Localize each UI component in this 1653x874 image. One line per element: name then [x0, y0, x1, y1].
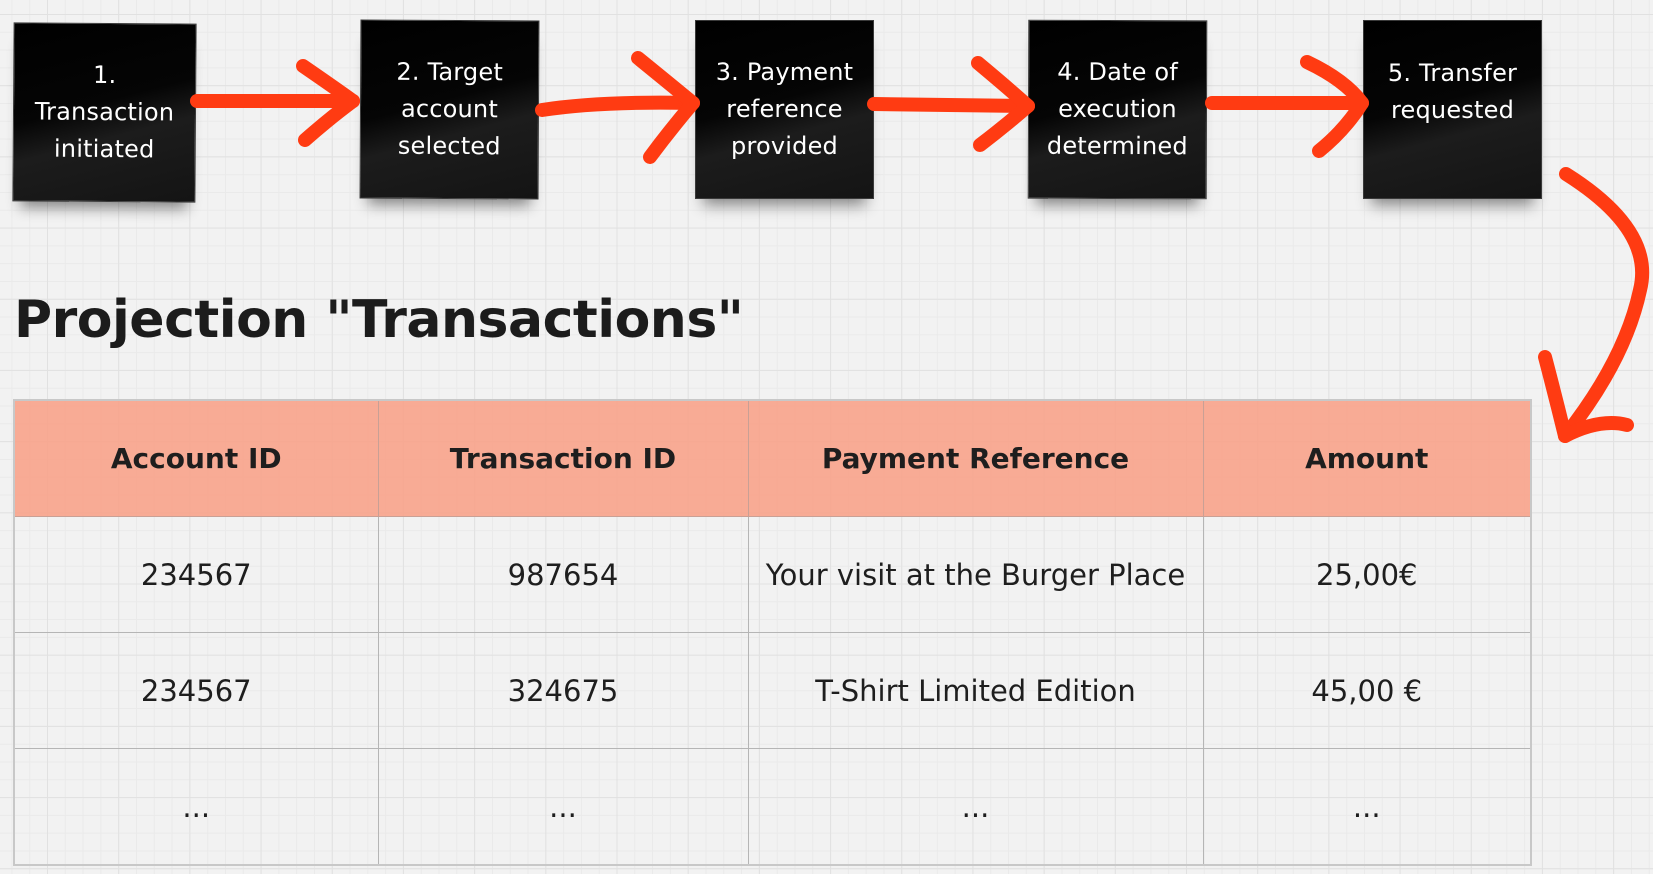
step-note-date-of-execution-determined[interactable]: 4. Date of execution determined	[1027, 19, 1208, 200]
arrow-shaft	[535, 95, 700, 117]
arrow-3-to-4[interactable]	[867, 56, 1035, 152]
table-row-ellipsis: ... ... ... ...	[13, 748, 1532, 866]
cell-payment-reference[interactable]: T-Shirt Limited Edition	[747, 632, 1204, 749]
arrow-head	[1300, 55, 1369, 158]
column-header-account-id[interactable]: Account ID	[13, 399, 379, 517]
cell-account-id[interactable]: ...	[13, 748, 379, 866]
arrow-curve	[1558, 167, 1650, 443]
cell-amount[interactable]: ...	[1202, 748, 1532, 866]
step-note-payment-reference-provided[interactable]: 3. Payment reference provided	[695, 20, 874, 199]
step-note-transfer-requested[interactable]: 5. Transfer requested	[1363, 20, 1542, 199]
cell-transaction-id[interactable]: ...	[377, 748, 749, 866]
cell-transaction-id[interactable]: 987654	[377, 516, 749, 633]
arrow-4-to-5[interactable]	[1205, 55, 1369, 158]
table-row: 234567 987654 Your visit at the Burger P…	[13, 516, 1532, 633]
projection-title: Projection "Transactions"	[14, 290, 744, 350]
arrow-1-to-2[interactable]	[190, 59, 360, 147]
cell-amount[interactable]: 45,00 €	[1202, 632, 1532, 749]
cell-payment-reference[interactable]: ...	[747, 748, 1204, 866]
column-header-payment-reference[interactable]: Payment Reference	[747, 399, 1204, 517]
step-label: 1. Transaction initiated	[34, 60, 175, 164]
cell-transaction-id[interactable]: 324675	[377, 632, 749, 749]
step-note-target-account-selected[interactable]: 2. Target account selected	[359, 19, 540, 200]
step-label: 3. Payment reference provided	[715, 58, 854, 160]
step-note-transaction-initiated[interactable]: 1. Transaction initiated	[12, 22, 197, 203]
table-row: 234567 324675 T-Shirt Limited Edition 45…	[13, 632, 1532, 749]
arrow-2-to-3[interactable]	[535, 51, 700, 164]
projection-table: Account ID Transaction ID Payment Refere…	[13, 399, 1532, 866]
arrow-head	[1538, 350, 1634, 443]
step-label: 5. Transfer requested	[1387, 58, 1518, 124]
cell-account-id[interactable]: 234567	[13, 516, 379, 633]
cell-payment-reference[interactable]: Your visit at the Burger Place	[747, 516, 1204, 633]
arrow-shaft	[867, 97, 1035, 113]
arrow-head	[631, 51, 700, 164]
arrow-5-to-projection[interactable]	[1538, 167, 1650, 443]
step-label: 4. Date of execution determined	[1046, 57, 1188, 161]
step-label: 2. Target account selected	[396, 57, 504, 161]
cell-amount[interactable]: 25,00€	[1202, 516, 1532, 633]
table-header-row: Account ID Transaction ID Payment Refere…	[13, 399, 1532, 517]
column-header-transaction-id[interactable]: Transaction ID	[377, 399, 749, 517]
arrow-head	[971, 56, 1035, 152]
cell-account-id[interactable]: 234567	[13, 632, 379, 749]
arrow-head	[296, 59, 360, 147]
column-header-amount[interactable]: Amount	[1202, 399, 1532, 517]
